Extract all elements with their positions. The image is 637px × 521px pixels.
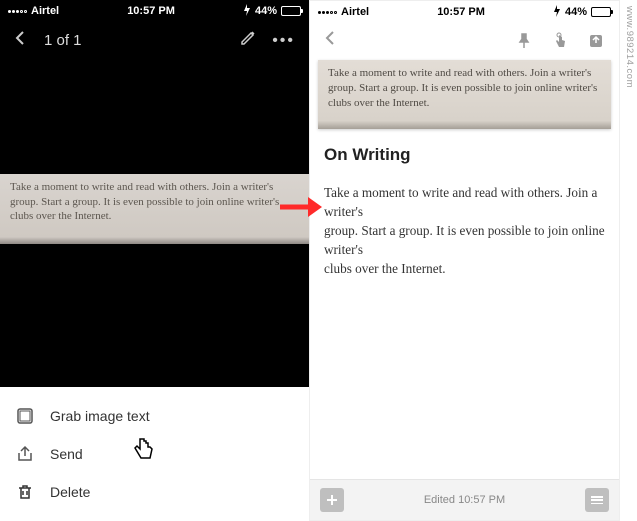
note-toolbar	[310, 21, 619, 60]
pin-icon[interactable]	[515, 32, 533, 50]
status-bar: Airtel 10:57 PM 44%	[310, 1, 619, 21]
battery-percent: 44%	[565, 6, 587, 18]
watermark: www.989214.com	[622, 0, 637, 94]
battery-percent: 44%	[255, 5, 277, 17]
status-time: 10:57 PM	[437, 6, 485, 18]
cursor-hand-icon	[130, 435, 158, 463]
export-icon[interactable]	[587, 32, 605, 50]
trash-icon	[16, 483, 34, 501]
grab-text-icon	[16, 407, 34, 425]
format-button[interactable]	[585, 488, 609, 512]
back-button[interactable]	[14, 31, 28, 50]
phone-note-view: Airtel 10:57 PM 44%	[309, 0, 620, 521]
note-body: Take a moment to write and read with oth…	[324, 183, 605, 279]
signal-icon	[8, 10, 27, 13]
note-line: group. Start a group. It is even possibl…	[324, 221, 605, 259]
note-line: Take a moment to write and read with oth…	[324, 183, 605, 221]
status-time: 10:57 PM	[127, 5, 175, 17]
charging-icon	[553, 5, 561, 20]
edit-icon[interactable]	[240, 30, 256, 51]
back-button[interactable]	[324, 31, 338, 50]
sheet-label: Grab image text	[50, 408, 150, 424]
carrier-label: Airtel	[341, 6, 369, 18]
send-icon	[16, 445, 34, 463]
delete-button[interactable]: Delete	[0, 473, 309, 511]
sheet-label: Delete	[50, 484, 90, 500]
signal-icon	[318, 11, 337, 14]
more-icon[interactable]: •••	[272, 32, 295, 50]
sheet-label: Send	[50, 446, 83, 462]
image-viewer[interactable]: Take a moment to write and read with oth…	[0, 61, 309, 387]
add-button[interactable]	[320, 488, 344, 512]
battery-icon	[281, 6, 301, 16]
scanned-text-preview: Take a moment to write and read with oth…	[0, 174, 309, 245]
arrow-icon	[278, 195, 324, 224]
note-title: On Writing	[324, 145, 605, 165]
note-content[interactable]: On Writing Take a moment to write and re…	[310, 129, 619, 479]
note-bottom-bar: Edited 10:57 PM	[310, 479, 619, 520]
carrier-label: Airtel	[31, 5, 59, 17]
battery-icon	[591, 7, 611, 17]
grab-image-text-button[interactable]: Grab image text	[0, 397, 309, 435]
note-line: clubs over the Internet.	[324, 259, 605, 278]
touch-icon[interactable]	[551, 32, 569, 50]
status-bar: Airtel 10:57 PM 44%	[0, 0, 309, 20]
edited-label: Edited 10:57 PM	[424, 494, 505, 506]
charging-icon	[243, 4, 251, 19]
viewer-toolbar: 1 of 1 •••	[0, 20, 309, 61]
scanned-image-attachment[interactable]: Take a moment to write and read with oth…	[318, 60, 611, 129]
page-counter: 1 of 1	[44, 32, 82, 49]
